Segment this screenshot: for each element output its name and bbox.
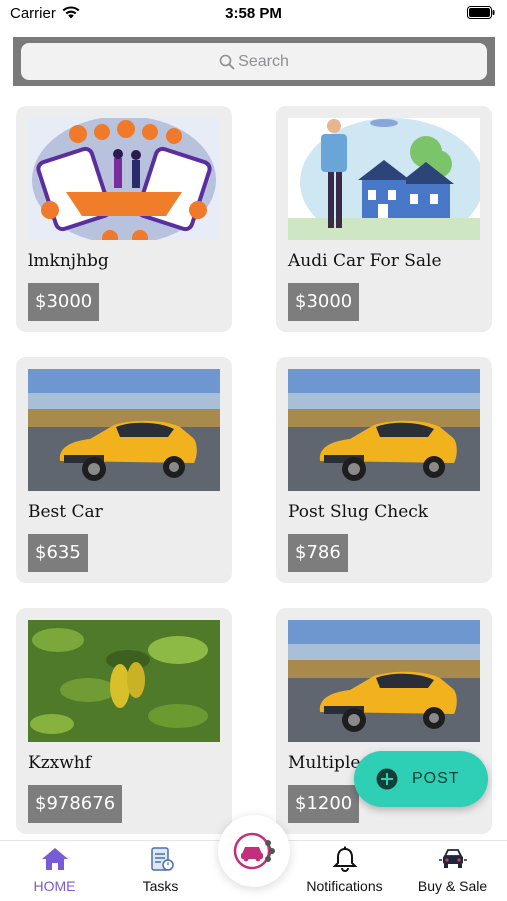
listing-image — [28, 369, 220, 491]
yellow-sports-car — [288, 369, 480, 491]
listing-title: Audi Car For Sale — [288, 251, 442, 271]
car-share-icon — [233, 832, 275, 870]
search-icon — [219, 54, 235, 69]
listing-card[interactable]: Best Car $635 — [16, 357, 232, 583]
center-action-button[interactable] — [218, 815, 290, 887]
listing-card[interactable]: Post Slug Check $786 — [276, 357, 492, 583]
listing-card[interactable]: Kzxwhf $978676 — [16, 608, 232, 834]
listing-price: $1200 — [288, 785, 360, 823]
green-leaves-fruit — [28, 620, 220, 742]
bell-icon — [332, 846, 357, 872]
tab-tasks[interactable]: Tasks — [110, 841, 211, 901]
battery-icon — [467, 6, 495, 19]
clock: 3:58 PM — [225, 5, 282, 22]
tab-tasks-label: Tasks — [142, 878, 179, 894]
tab-notifications[interactable]: Notifications — [294, 841, 395, 901]
listing-price: $786 — [288, 534, 348, 572]
man-with-house-illustration — [288, 118, 480, 240]
listing-price: $635 — [28, 534, 88, 572]
listing-title: lmknjhbg — [28, 251, 109, 271]
home-icon — [41, 848, 68, 870]
car-sale-icon — [438, 849, 467, 868]
listing-price: $3000 — [28, 283, 100, 321]
plus-circle-icon — [376, 768, 398, 790]
listing-image — [288, 369, 480, 491]
listing-title: Post Slug Check — [288, 502, 429, 522]
listing-image — [288, 620, 480, 742]
search-input[interactable]: Search — [21, 43, 487, 80]
listing-image — [28, 620, 220, 742]
listing-price: $3000 — [288, 283, 360, 321]
search-bar: Search — [13, 37, 495, 86]
tasks-icon — [150, 847, 174, 871]
tab-home[interactable]: HOME — [4, 841, 105, 901]
tab-buy-sale[interactable]: Buy & Sale — [402, 841, 503, 901]
listing-title: Kzxwhf — [28, 753, 92, 773]
yellow-sports-car — [288, 620, 480, 742]
tab-notifications-label: Notifications — [306, 878, 383, 894]
search-placeholder: Search — [238, 52, 289, 70]
yellow-sports-car — [28, 369, 220, 491]
listing-title: Best Car — [28, 502, 103, 522]
listing-image — [288, 118, 480, 240]
listing-card[interactable]: Audi Car For Sale $3000 — [276, 106, 492, 332]
post-button-label: POST — [412, 770, 460, 787]
listing-image — [28, 118, 220, 240]
shopping-illustration — [28, 118, 220, 240]
listing-price: $978676 — [28, 785, 123, 823]
tab-home-label: HOME — [33, 878, 76, 894]
listing-title: Multiple — [288, 753, 361, 773]
tab-buy-sale-label: Buy & Sale — [417, 878, 488, 894]
post-button[interactable]: POST — [354, 751, 488, 807]
listing-card[interactable]: lmknjhbg $3000 — [16, 106, 232, 332]
status-bar: Carrier 3:58 PM — [0, 0, 507, 30]
